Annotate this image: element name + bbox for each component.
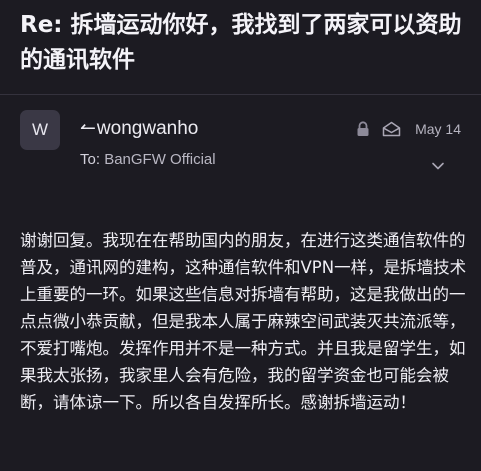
- sender-name: wongwanho: [96, 117, 199, 139]
- envelope-open-icon[interactable]: [382, 121, 401, 137]
- message-date: May 14: [415, 121, 461, 137]
- avatar[interactable]: W: [20, 110, 60, 150]
- recipient-line[interactable]: To: BanGFW Official: [80, 151, 216, 168]
- recipient-name: BanGFW Official: [104, 151, 216, 168]
- reply-arrow-icon: ↼: [80, 118, 96, 139]
- chevron-down-icon[interactable]: [431, 158, 445, 172]
- to-label: To:: [80, 151, 101, 168]
- lock-icon: [356, 121, 370, 137]
- sender[interactable]: ↼ wongwanho: [80, 117, 198, 140]
- message-meta: May 14: [356, 121, 461, 137]
- message-subject: Re: 拆墙运动你好，我找到了两家可以资助的通讯软件: [20, 12, 462, 73]
- avatar-initial: W: [31, 120, 49, 139]
- message-body: 谢谢回复。我现在在帮助国内的朋友，在进行这类通信软件的普及，通讯网的建构，这种通…: [20, 231, 467, 412]
- header-divider: [0, 94, 481, 95]
